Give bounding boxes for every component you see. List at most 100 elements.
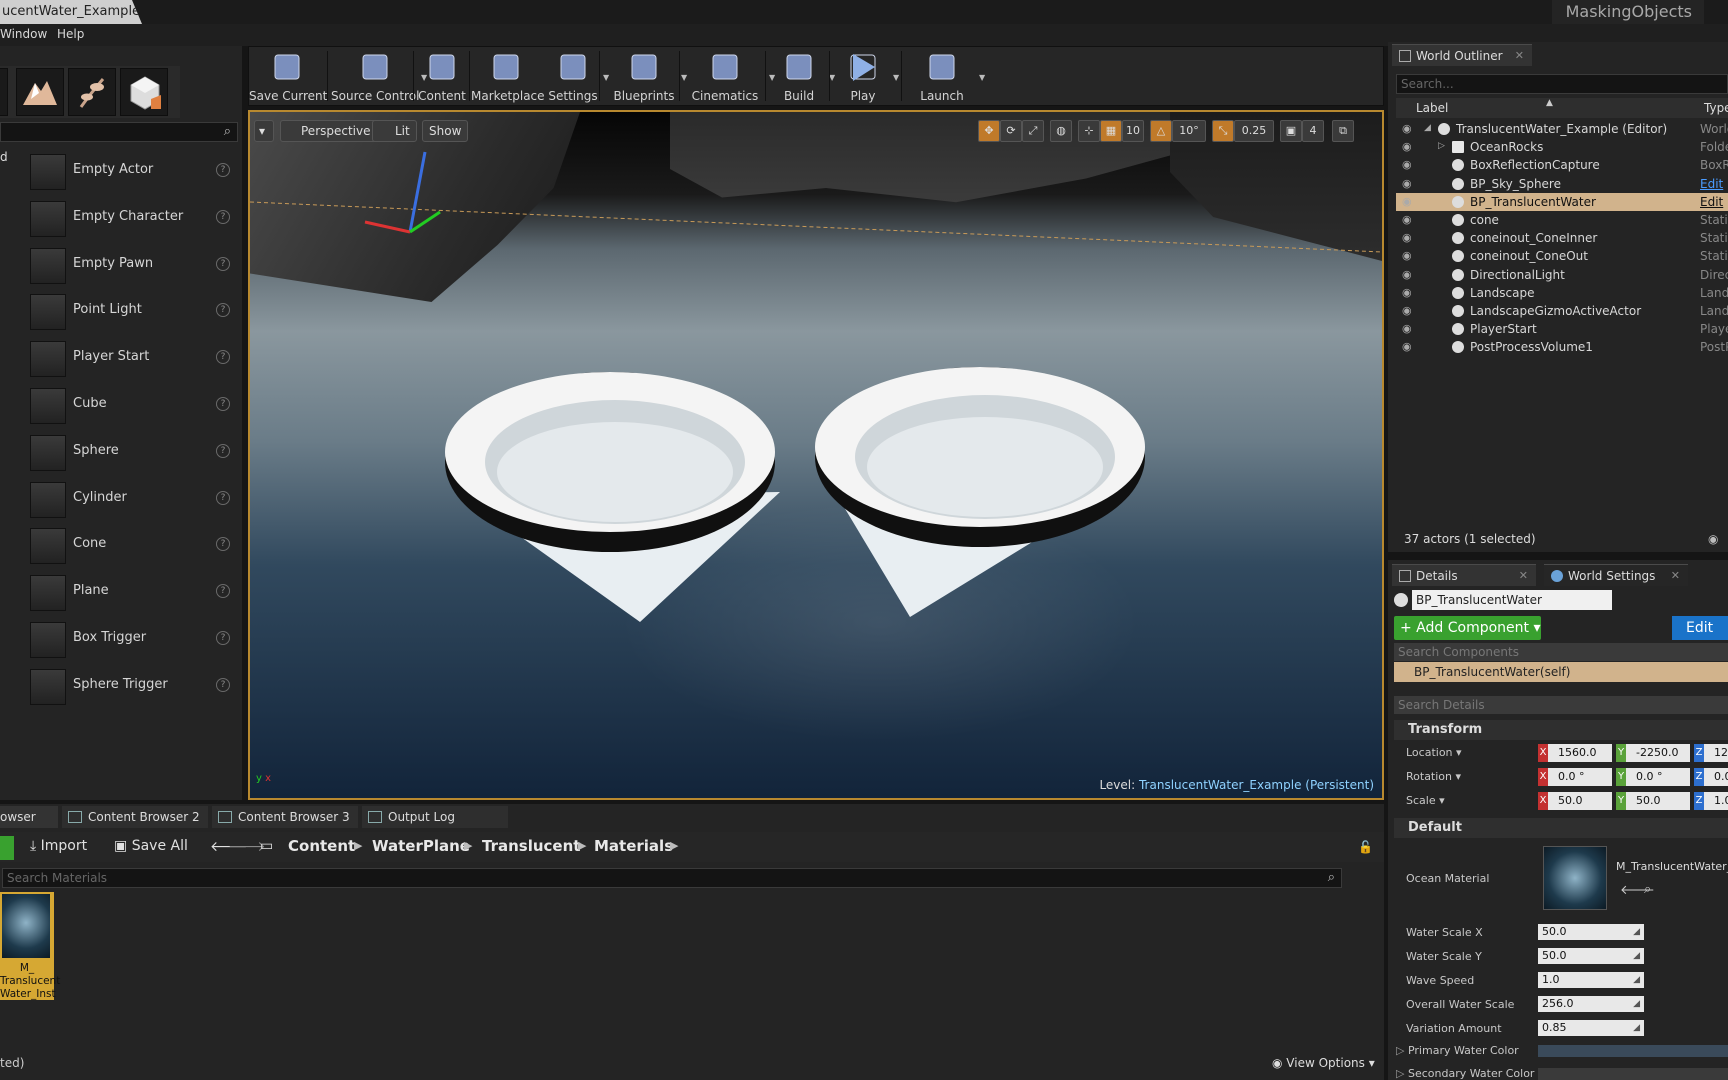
scale-y-field[interactable]: Y 50.0 bbox=[1616, 792, 1690, 810]
place-item[interactable]: Sphere? bbox=[20, 431, 238, 477]
rotation-snap-icon[interactable]: △ bbox=[1150, 120, 1172, 142]
reset-arrow-icon[interactable]: ◢ bbox=[1633, 1020, 1640, 1036]
world-space-icon[interactable]: ◍ bbox=[1050, 120, 1072, 142]
place-item[interactable]: Empty Character? bbox=[20, 197, 238, 243]
visibility-eye-icon[interactable]: ◉ bbox=[1402, 123, 1414, 135]
place-item[interactable]: Cylinder? bbox=[20, 478, 238, 524]
scale-z-field[interactable]: Z 1.0 bbox=[1694, 792, 1728, 810]
place-item[interactable]: Box Trigger? bbox=[20, 618, 238, 664]
visibility-eye-icon[interactable]: ◉ bbox=[1402, 177, 1414, 190]
dropdown-arrow-icon[interactable]: ▼ bbox=[893, 73, 899, 82]
tab-content-browser-1[interactable]: owser 1✕ bbox=[0, 806, 58, 846]
add-component-button[interactable]: + Add Component ▾ bbox=[1394, 616, 1541, 640]
rotation-x-field[interactable]: X 0.0 ° bbox=[1538, 768, 1612, 786]
actor-name-field[interactable]: BP_TranslucentWater bbox=[1412, 590, 1612, 610]
outliner-row[interactable]: ◉ BoxReflectionCapture BoxR bbox=[1396, 156, 1728, 174]
mode-place-button[interactable] bbox=[0, 68, 8, 116]
rotation-y-field[interactable]: Y 0.0 ° bbox=[1616, 768, 1690, 786]
import-button[interactable]: ⤓ Import bbox=[30, 838, 87, 854]
marketplace-button[interactable]: Marketplace bbox=[471, 47, 545, 107]
outliner-row[interactable]: ◉ BP_Sky_Sphere Edit bbox=[1396, 175, 1728, 193]
location-x-field[interactable]: X 1560.0 bbox=[1538, 744, 1612, 762]
property-value-field[interactable]: 1.0 ◢ bbox=[1538, 972, 1644, 988]
menu-window[interactable]: Window bbox=[0, 27, 47, 41]
primary-water-color-swatch[interactable] bbox=[1538, 1045, 1728, 1057]
scale-label[interactable]: Scale ▾ bbox=[1406, 794, 1445, 807]
reset-arrow-icon[interactable]: ◢ bbox=[1633, 948, 1640, 964]
close-icon[interactable]: ✕ bbox=[1519, 565, 1528, 587]
breadcrumb-item[interactable]: Content bbox=[288, 837, 355, 855]
expand-arrow-icon[interactable]: ▷ bbox=[1438, 141, 1445, 151]
visibility-eye-icon[interactable]: ◉ bbox=[1402, 159, 1414, 171]
help-icon[interactable]: ? bbox=[216, 256, 230, 271]
help-icon[interactable]: ? bbox=[216, 303, 230, 318]
reset-arrow-icon[interactable]: ◢ bbox=[1633, 996, 1640, 1012]
visibility-eye-icon[interactable]: ◉ bbox=[1402, 214, 1414, 226]
reset-arrow-icon[interactable]: ◢ bbox=[1633, 924, 1640, 940]
breadcrumb-arrow-icon[interactable]: ▶ bbox=[354, 839, 362, 852]
close-icon[interactable]: ✕ bbox=[1671, 565, 1680, 587]
edit-blueprint-button[interactable]: Edit bbox=[1672, 616, 1728, 640]
outliner-row[interactable]: ◉ coneinout_ConeInner Static bbox=[1396, 229, 1728, 247]
visibility-eye-icon[interactable]: ◉ bbox=[1402, 141, 1414, 153]
breadcrumb-arrow-icon[interactable]: ▶ bbox=[578, 839, 586, 852]
help-icon[interactable]: ? bbox=[216, 537, 230, 552]
outliner-row[interactable]: ◉ ◢ TranslucentWater_Example (Editor) World bbox=[1396, 120, 1728, 138]
close-icon[interactable]: ✕ bbox=[1515, 45, 1524, 67]
rotation-label[interactable]: Rotation ▾ bbox=[1406, 770, 1461, 783]
ocean-material-thumbnail[interactable] bbox=[1543, 846, 1607, 910]
source-control-button[interactable]: Source Control bbox=[331, 47, 419, 107]
location-label[interactable]: Location ▾ bbox=[1406, 746, 1462, 759]
browse-search-icon[interactable]: ⌕ bbox=[1644, 882, 1651, 897]
outliner-row[interactable]: ◉ DirectionalLight Direc bbox=[1396, 266, 1728, 284]
search-components-input[interactable]: Search Components bbox=[1394, 643, 1728, 661]
lock-icon[interactable]: 🔓 bbox=[1358, 840, 1373, 854]
self-component-row[interactable]: BP_TranslucentWater(self) bbox=[1394, 662, 1728, 682]
rotate-icon[interactable]: ⟳ bbox=[1000, 120, 1022, 142]
save-button[interactable]: Save Current bbox=[249, 47, 327, 107]
launch-button[interactable]: Launch bbox=[907, 47, 977, 107]
primary-water-color-label[interactable]: ▷ Primary Water Color bbox=[1396, 1044, 1519, 1057]
help-icon[interactable]: ? bbox=[216, 209, 230, 224]
location-y-field[interactable]: Y -2250.0 bbox=[1616, 744, 1690, 762]
grid-snap-icon[interactable]: ▦ bbox=[1100, 120, 1122, 142]
cinematics-button[interactable]: Cinematics bbox=[683, 47, 767, 107]
help-icon[interactable]: ? bbox=[216, 490, 230, 505]
place-item[interactable]: Empty Actor? bbox=[20, 150, 238, 196]
view-options-eye-icon[interactable]: ◉ bbox=[1708, 532, 1718, 546]
place-item[interactable]: Sphere Trigger? bbox=[20, 665, 238, 711]
visibility-eye-icon[interactable]: ◉ bbox=[1402, 341, 1414, 353]
outliner-row[interactable]: ◉ coneinout_ConeOut Static bbox=[1396, 247, 1728, 265]
visibility-eye-icon[interactable]: ◉ bbox=[1402, 195, 1414, 208]
rotation-snap-value[interactable]: 10° bbox=[1172, 120, 1206, 142]
tab-world-outliner[interactable]: World Outliner ✕ bbox=[1392, 44, 1532, 66]
view-options-button[interactable]: ◉ View Options ▾ bbox=[1272, 1056, 1375, 1070]
tab-world-settings[interactable]: World Settings ✕ bbox=[1544, 564, 1688, 586]
place-item[interactable]: Empty Pawn? bbox=[20, 244, 238, 290]
visibility-eye-icon[interactable]: ◉ bbox=[1402, 250, 1414, 262]
property-value-field[interactable]: 0.85 ◢ bbox=[1538, 1020, 1644, 1036]
rotation-z-field[interactable]: Z 0.0 bbox=[1694, 768, 1728, 786]
mode-foliage-button[interactable] bbox=[68, 68, 116, 116]
mode-landscape-button[interactable] bbox=[16, 68, 64, 116]
translate-icon[interactable]: ✥ bbox=[978, 120, 1000, 142]
outliner-row[interactable]: ◉ LandscapeGizmoActiveActor Land bbox=[1396, 302, 1728, 320]
visibility-eye-icon[interactable]: ◉ bbox=[1402, 323, 1414, 335]
col-label[interactable]: Label bbox=[1416, 101, 1448, 115]
tab-content-browser-2[interactable]: Content Browser 2 bbox=[62, 806, 208, 828]
tab-details[interactable]: Details ✕ bbox=[1392, 564, 1536, 586]
play-button[interactable]: Play bbox=[835, 47, 891, 107]
breadcrumb-item[interactable]: WaterPlane bbox=[372, 837, 470, 855]
dropdown-arrow-icon[interactable]: ▼ bbox=[979, 73, 985, 82]
camera-speed-icon[interactable]: ▣ bbox=[1280, 120, 1302, 142]
help-icon[interactable]: ? bbox=[216, 443, 230, 458]
place-search-input[interactable]: ⌕ bbox=[0, 122, 238, 142]
visibility-eye-icon[interactable]: ◉ bbox=[1402, 268, 1414, 281]
expand-arrow-icon[interactable]: ◢ bbox=[1424, 123, 1431, 133]
help-icon[interactable]: ? bbox=[216, 163, 230, 177]
secondary-water-color-swatch[interactable] bbox=[1538, 1068, 1728, 1080]
visibility-eye-icon[interactable]: ◉ bbox=[1402, 305, 1414, 317]
outliner-row[interactable]: ◉ PlayerStart Playe bbox=[1396, 320, 1728, 338]
property-value-field[interactable]: 50.0 ◢ bbox=[1538, 948, 1644, 964]
help-icon[interactable]: ? bbox=[216, 350, 230, 365]
